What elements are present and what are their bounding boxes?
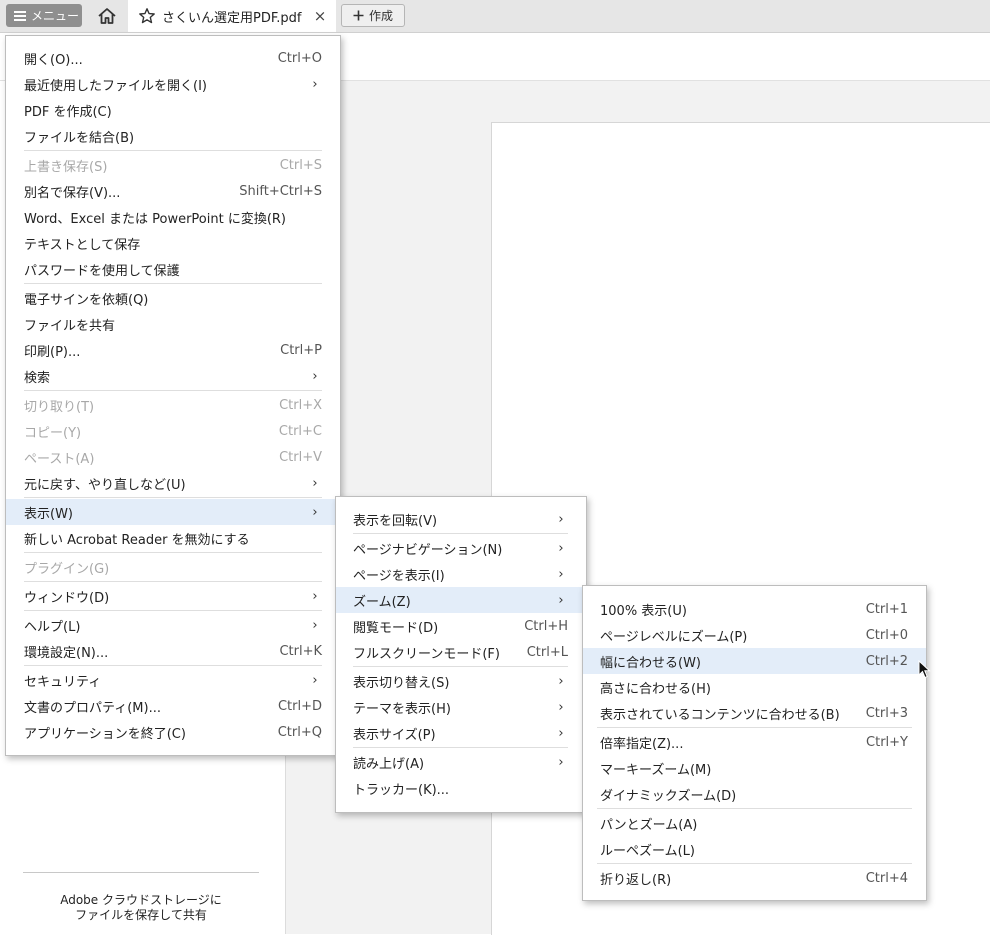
menu-separator xyxy=(24,283,322,284)
menu-item-page-display[interactable]: ページを表示(I) › xyxy=(336,561,586,587)
menu-item-reflow[interactable]: 折り返し(R) Ctrl+4 xyxy=(583,865,926,891)
menu-item-cut[interactable]: 切り取り(T) Ctrl+X xyxy=(6,392,340,418)
menu-item-exit[interactable]: アプリケーションを終了(C) Ctrl+Q xyxy=(6,719,340,745)
chevron-right-icon: › xyxy=(558,592,564,608)
home-icon xyxy=(98,8,116,24)
chevron-right-icon: › xyxy=(558,754,564,770)
menu-item-convert[interactable]: Word、Excel または PowerPoint に変換(R) xyxy=(6,204,340,230)
menu-item-view[interactable]: 表示(W) › xyxy=(6,499,340,525)
menu-button[interactable]: メニュー xyxy=(6,4,82,27)
close-tab-icon[interactable]: × xyxy=(312,7,328,25)
menu-item-reading-mode[interactable]: 閲覧モード(D) Ctrl+H xyxy=(336,613,586,639)
chevron-right-icon: › xyxy=(558,566,564,582)
view-submenu: 表示を回転(V) › ページナビゲーション(N) › ページを表示(I) › ズーム(… xyxy=(335,496,587,813)
menu-item-request-esign[interactable]: 電子サインを依頼(Q) xyxy=(6,285,340,311)
tab-title: さくいん選定用PDF.pdf xyxy=(162,10,302,26)
menu-item-combine-files[interactable]: ファイルを結合(B) xyxy=(6,123,340,149)
menu-item-rotate-view[interactable]: 表示を回転(V) › xyxy=(336,506,586,532)
menu-item-full-screen[interactable]: フルスクリーンモード(F) Ctrl+L xyxy=(336,639,586,665)
menu-item-window[interactable]: ウィンドウ(D) › xyxy=(6,583,340,609)
menu-item-disable-new-reader[interactable]: 新しい Acrobat Reader を無効にする xyxy=(6,525,340,551)
menu-item-open[interactable]: 開く(O)... Ctrl+O xyxy=(6,45,340,71)
chevron-right-icon: › xyxy=(312,504,318,520)
chevron-right-icon: › xyxy=(312,672,318,688)
menu-separator xyxy=(24,390,322,391)
menu-item-search[interactable]: 検索 › xyxy=(6,363,340,389)
menu-item-pan-and-zoom[interactable]: パンとズーム(A) xyxy=(583,810,926,836)
menu-item-show-hide[interactable]: 表示切り替え(S) › xyxy=(336,668,586,694)
menu-separator xyxy=(24,552,322,553)
menu-separator xyxy=(24,150,322,151)
menu-item-copy[interactable]: コピー(Y) Ctrl+C xyxy=(6,418,340,444)
menu-item-recent-files[interactable]: 最近使用したファイルを開く(I) › xyxy=(6,71,340,97)
menu-item-help[interactable]: ヘルプ(L) › xyxy=(6,612,340,638)
menu-item-fit-visible[interactable]: 表示されているコンテンツに合わせる(B) Ctrl+3 xyxy=(583,700,926,726)
chevron-right-icon: › xyxy=(312,368,318,384)
chevron-right-icon: › xyxy=(558,511,564,527)
menu-separator xyxy=(597,863,912,864)
menu-item-tracker[interactable]: トラッカー(K)... xyxy=(336,775,586,801)
main-menu: 開く(O)... Ctrl+O 最近使用したファイルを開く(I) › PDF を作成… xyxy=(5,35,341,756)
menu-item-actual-size[interactable]: 100% 表示(U) Ctrl+1 xyxy=(583,596,926,622)
tab-bar: メニュー さくいん選定用PDF.pdf × 作成 xyxy=(0,0,990,33)
menu-item-document-properties[interactable]: 文書のプロパティ(M)... Ctrl+D xyxy=(6,693,340,719)
menu-item-dynamic-zoom[interactable]: ダイナミックズーム(D) xyxy=(583,781,926,807)
menu-item-save-as[interactable]: 別名で保存(V)... Shift+Ctrl+S xyxy=(6,178,340,204)
menu-separator xyxy=(24,665,322,666)
menu-item-zoom[interactable]: ズーム(Z) › xyxy=(336,587,586,613)
hamburger-icon xyxy=(14,10,26,21)
menu-item-fit-height[interactable]: 高さに合わせる(H) xyxy=(583,674,926,700)
chevron-right-icon: › xyxy=(558,673,564,689)
chevron-right-icon: › xyxy=(312,76,318,92)
menu-item-undo-redo[interactable]: 元に戻す、やり直しなど(U) › xyxy=(6,470,340,496)
document-tab[interactable]: さくいん選定用PDF.pdf × xyxy=(128,0,336,32)
create-button-label: 作成 xyxy=(368,9,393,23)
menu-item-save[interactable]: 上書き保存(S) Ctrl+S xyxy=(6,152,340,178)
menu-separator xyxy=(24,497,322,498)
cloud-storage-promo[interactable]: Adobe クラウドストレージに ファイルを保存して共有 xyxy=(23,893,259,923)
menu-item-fit-width[interactable]: 幅に合わせる(W) Ctrl+2 xyxy=(583,648,926,674)
chevron-right-icon: › xyxy=(558,540,564,556)
menu-item-password-protect[interactable]: パスワードを使用して保護 xyxy=(6,256,340,282)
menu-separator xyxy=(597,808,912,809)
menu-item-create-pdf[interactable]: PDF を作成(C) xyxy=(6,97,340,123)
menu-item-page-navigation[interactable]: ページナビゲーション(N) › xyxy=(336,535,586,561)
chevron-right-icon: › xyxy=(558,725,564,741)
promo-divider xyxy=(23,872,259,873)
menu-item-display-size[interactable]: 表示サイズ(P) › xyxy=(336,720,586,746)
mouse-cursor-icon xyxy=(918,660,931,679)
menu-separator xyxy=(353,666,568,667)
star-icon[interactable] xyxy=(138,7,156,25)
menu-item-save-as-text[interactable]: テキストとして保存 xyxy=(6,230,340,256)
menu-separator xyxy=(353,533,568,534)
chevron-right-icon: › xyxy=(312,475,318,491)
create-button[interactable]: 作成 xyxy=(341,4,405,27)
menu-item-security[interactable]: セキュリティ › xyxy=(6,667,340,693)
menu-item-plugins[interactable]: プラグイン(G) xyxy=(6,554,340,580)
menu-item-paste[interactable]: ペースト(A) Ctrl+V xyxy=(6,444,340,470)
menu-button-label: メニュー xyxy=(31,9,80,23)
chevron-right-icon: › xyxy=(558,699,564,715)
menu-item-zoom-to[interactable]: 倍率指定(Z)... Ctrl+Y xyxy=(583,729,926,755)
menu-separator xyxy=(597,727,912,728)
menu-item-loupe-zoom[interactable]: ルーペズーム(L) xyxy=(583,836,926,862)
chevron-right-icon: › xyxy=(312,617,318,633)
chevron-right-icon: › xyxy=(312,588,318,604)
plus-icon xyxy=(353,10,364,21)
menu-item-display-theme[interactable]: テーマを表示(H) › xyxy=(336,694,586,720)
menu-item-share-file[interactable]: ファイルを共有 xyxy=(6,311,340,337)
menu-separator xyxy=(353,747,568,748)
menu-separator xyxy=(24,581,322,582)
promo-line-2: ファイルを保存して共有 xyxy=(75,908,207,922)
menu-item-marquee-zoom[interactable]: マーキーズーム(M) xyxy=(583,755,926,781)
menu-item-zoom-to-page-level[interactable]: ページレベルにズーム(P) Ctrl+0 xyxy=(583,622,926,648)
home-button[interactable] xyxy=(95,5,119,27)
menu-item-print[interactable]: 印刷(P)... Ctrl+P xyxy=(6,337,340,363)
menu-item-read-aloud[interactable]: 読み上げ(A) › xyxy=(336,749,586,775)
menu-separator xyxy=(24,610,322,611)
zoom-submenu: 100% 表示(U) Ctrl+1 ページレベルにズーム(P) Ctrl+0 幅に合… xyxy=(582,585,927,901)
menu-item-preferences[interactable]: 環境設定(N)... Ctrl+K xyxy=(6,638,340,664)
promo-line-1: Adobe クラウドストレージに xyxy=(60,893,222,907)
